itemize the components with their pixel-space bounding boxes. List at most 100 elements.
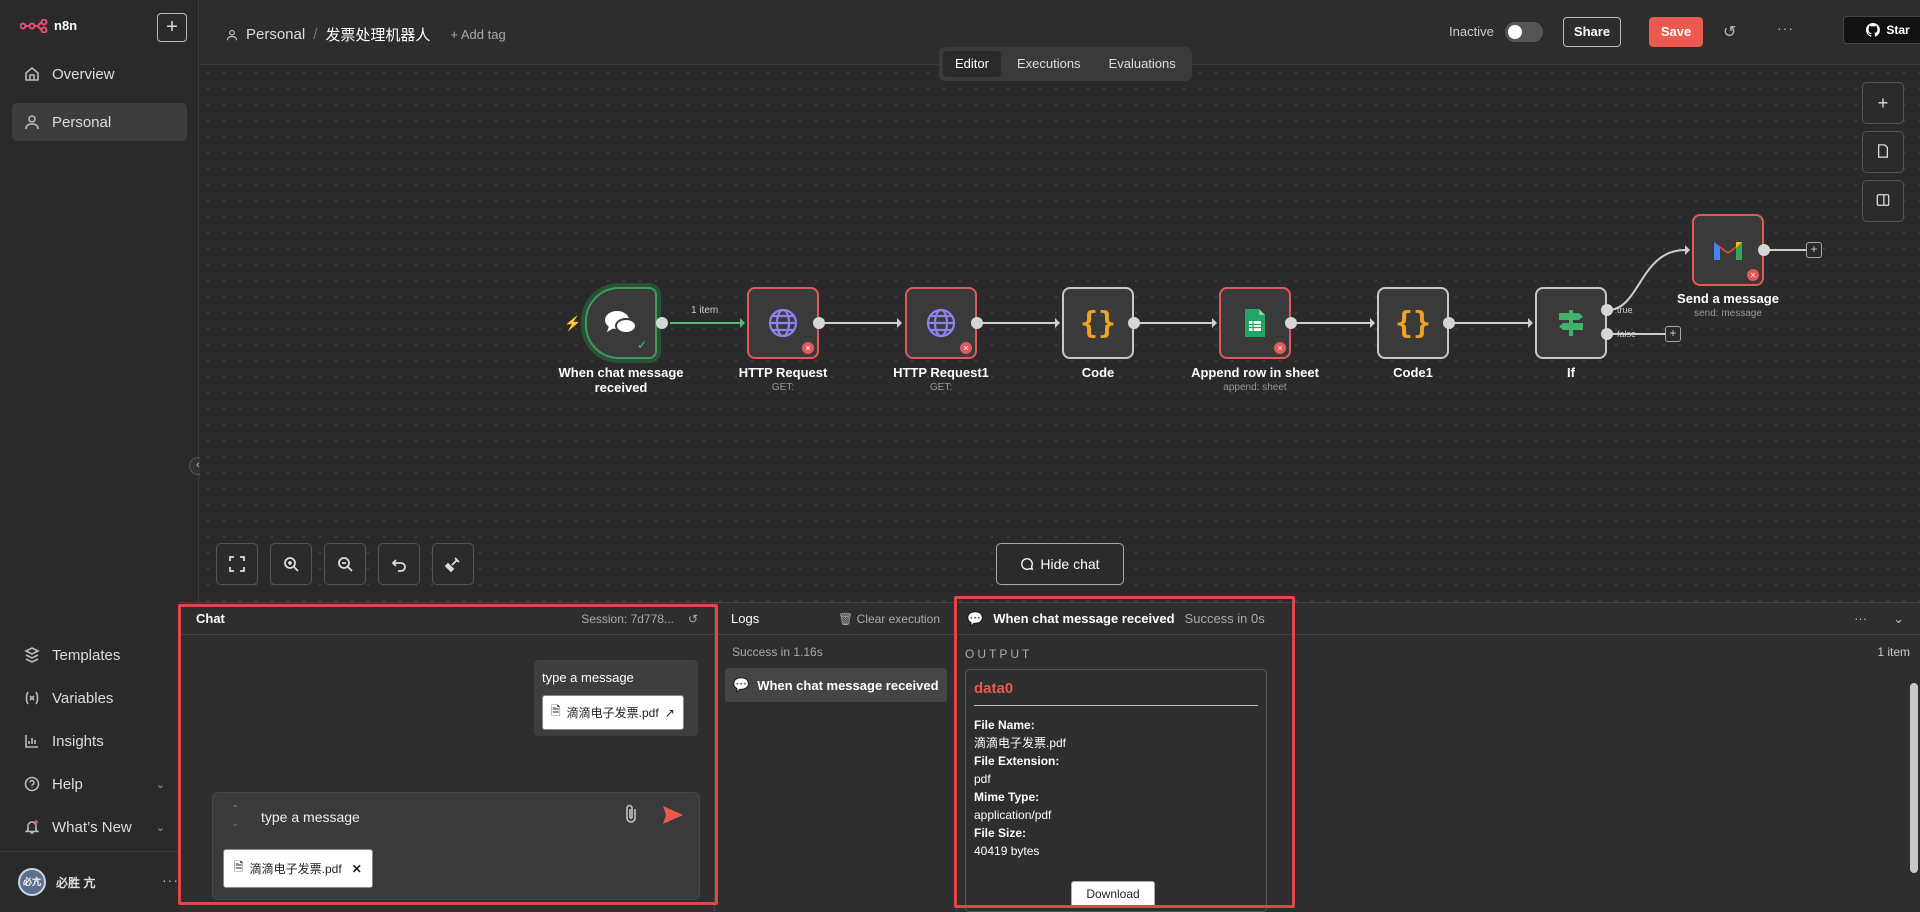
false-output-handle[interactable] xyxy=(1601,328,1613,340)
github-star-button[interactable]: Star xyxy=(1843,16,1920,44)
sidebar-item-label: Personal xyxy=(52,113,112,131)
field-key: Mime Type: xyxy=(974,790,1040,804)
workflow-name[interactable]: 发票处理机器人 xyxy=(325,24,430,45)
sticky-note-button[interactable] xyxy=(1862,131,1904,173)
logs-title: Logs xyxy=(731,611,760,626)
github-star-label: Star xyxy=(1886,23,1910,37)
user-icon xyxy=(226,29,238,40)
node-subtitle: append: sheet xyxy=(1223,382,1287,393)
sidebar-item-label: Templates xyxy=(52,646,121,664)
add-node-false-button[interactable]: + xyxy=(1665,326,1681,342)
breadcrumb: Personal / 发票处理机器人 + Add tag xyxy=(226,24,506,45)
tab-evaluations[interactable]: Evaluations xyxy=(1097,51,1188,77)
output-handle[interactable] xyxy=(971,317,983,329)
sidebar-item-insights[interactable]: Insights xyxy=(12,722,187,760)
output-handle[interactable] xyxy=(656,317,668,329)
node-chat-trigger[interactable]: ✓ xyxy=(585,287,657,359)
active-toggle[interactable] xyxy=(1505,22,1543,42)
message-attachment[interactable]: 🗎 滴滴电子发票.pdf ↗ xyxy=(542,695,684,730)
chat-input-box[interactable]: ⌃ ⌄ type a message 🗎 滴滴电子发票.pdf ✕ xyxy=(212,792,700,900)
chat-bubbles-icon xyxy=(605,311,637,334)
add-node-panel-button[interactable]: + xyxy=(1862,82,1904,124)
whats-new-icon xyxy=(24,820,40,834)
node-label: Code xyxy=(1081,365,1115,380)
note-icon xyxy=(1877,144,1889,158)
more-options-icon[interactable]: ··· xyxy=(1854,611,1867,626)
sidebar-item-label: Insights xyxy=(52,732,104,750)
true-output-handle[interactable] xyxy=(1601,304,1613,316)
zoom-in-icon xyxy=(284,557,299,572)
gmail-icon xyxy=(1714,242,1742,260)
sidebar-item-templates[interactable]: Templates xyxy=(12,636,187,674)
output-scrollbar[interactable] xyxy=(1910,683,1918,873)
node-code1[interactable]: {} xyxy=(1377,287,1449,359)
toggle-panel-button[interactable] xyxy=(1862,180,1904,222)
hide-chat-label: Hide chat xyxy=(1040,556,1100,572)
chat-input[interactable]: type a message xyxy=(261,809,360,825)
sidebar-item-label: Overview xyxy=(52,65,115,83)
sidebar-item-whats-new[interactable]: What’s New ⌄ xyxy=(12,808,187,846)
field-value: 滴滴电子发票.pdf xyxy=(974,736,1067,750)
binary-data-card: data0 File Name: 滴滴电子发票.pdf File Extensio… xyxy=(965,669,1267,912)
remove-file-icon[interactable]: ✕ xyxy=(352,862,362,876)
reset-session-icon[interactable]: ↺ xyxy=(688,612,698,626)
app-name: n8n xyxy=(54,18,78,33)
output-handle[interactable] xyxy=(1443,317,1455,329)
node-label: Code1 xyxy=(1393,365,1433,380)
clear-execution-button[interactable]: 🗑 Clear execution xyxy=(838,612,940,626)
field-value: 40419 bytes xyxy=(974,844,1040,858)
log-entry-label: When chat message received xyxy=(757,677,939,693)
send-button[interactable] xyxy=(662,805,684,828)
zoom-out-button[interactable] xyxy=(324,543,366,585)
add-node-button[interactable]: + xyxy=(1806,242,1822,258)
node-label: Send a message xyxy=(1677,291,1779,306)
chat-bubbles-icon: 💬 xyxy=(733,677,750,692)
n8n-logo[interactable]: n8n xyxy=(20,18,77,33)
sidebar-item-personal[interactable]: Personal xyxy=(12,103,187,141)
new-button[interactable]: + xyxy=(157,13,187,42)
more-options-icon[interactable]: ··· xyxy=(1777,20,1794,36)
hide-chat-button[interactable]: Hide chat xyxy=(996,543,1124,585)
sidebar-item-variables[interactable]: Variables xyxy=(12,679,187,717)
input-history-arrows[interactable]: ⌃ ⌄ xyxy=(231,803,239,831)
sidebar-item-help[interactable]: Help ⌄ xyxy=(12,765,187,803)
attach-icon[interactable] xyxy=(623,803,639,831)
node-send-a-message[interactable]: × xyxy=(1692,214,1764,286)
session-info: Session: 7d778... ↺ xyxy=(581,612,698,626)
user-icon xyxy=(25,115,39,130)
tidy-up-button[interactable] xyxy=(432,543,474,585)
log-entry[interactable]: 💬 When chat message received xyxy=(725,668,947,702)
user-menu[interactable]: 必亢 必胜 亢 xyxy=(18,868,95,896)
save-button[interactable]: Save xyxy=(1649,17,1703,47)
zoom-out-icon xyxy=(338,557,353,572)
share-button[interactable]: Share xyxy=(1563,17,1621,47)
sidebar-item-label: Help xyxy=(52,775,83,793)
node-code[interactable]: {} xyxy=(1062,287,1134,359)
node-http-request1[interactable]: × xyxy=(905,287,977,359)
tab-editor[interactable]: Editor xyxy=(943,51,1001,77)
more-icon[interactable]: ··· xyxy=(162,872,179,888)
add-tag-button[interactable]: + Add tag xyxy=(450,27,505,42)
logs-header: Logs 🗑 Clear execution xyxy=(715,603,956,635)
breadcrumb-project[interactable]: Personal xyxy=(246,26,305,43)
google-sheets-icon xyxy=(1245,309,1265,337)
output-handle[interactable] xyxy=(1758,244,1770,256)
chevron-down-icon[interactable]: ⌄ xyxy=(1893,611,1904,627)
output-handle[interactable] xyxy=(1285,317,1297,329)
sidebar-item-overview[interactable]: Overview xyxy=(12,55,187,93)
output-handle[interactable] xyxy=(813,317,825,329)
node-append-row-in-sheet[interactable]: × xyxy=(1219,287,1291,359)
chevron-down-icon: ⌄ xyxy=(155,821,165,834)
zoom-in-button[interactable] xyxy=(270,543,312,585)
history-icon[interactable]: ↺ xyxy=(1723,22,1736,42)
fit-view-button[interactable] xyxy=(216,543,258,585)
workflow-canvas[interactable]: 1 item true false ⚡ ✓ When chat message … xyxy=(200,65,1920,602)
undo-button[interactable] xyxy=(378,543,420,585)
node-http-request[interactable]: × xyxy=(747,287,819,359)
user-name: 必胜 亢 xyxy=(56,875,96,890)
download-button[interactable]: Download xyxy=(1071,881,1155,907)
output-handle[interactable] xyxy=(1128,317,1140,329)
tab-executions[interactable]: Executions xyxy=(1005,51,1093,77)
node-if[interactable] xyxy=(1535,287,1607,359)
paperclip-icon xyxy=(626,804,636,823)
